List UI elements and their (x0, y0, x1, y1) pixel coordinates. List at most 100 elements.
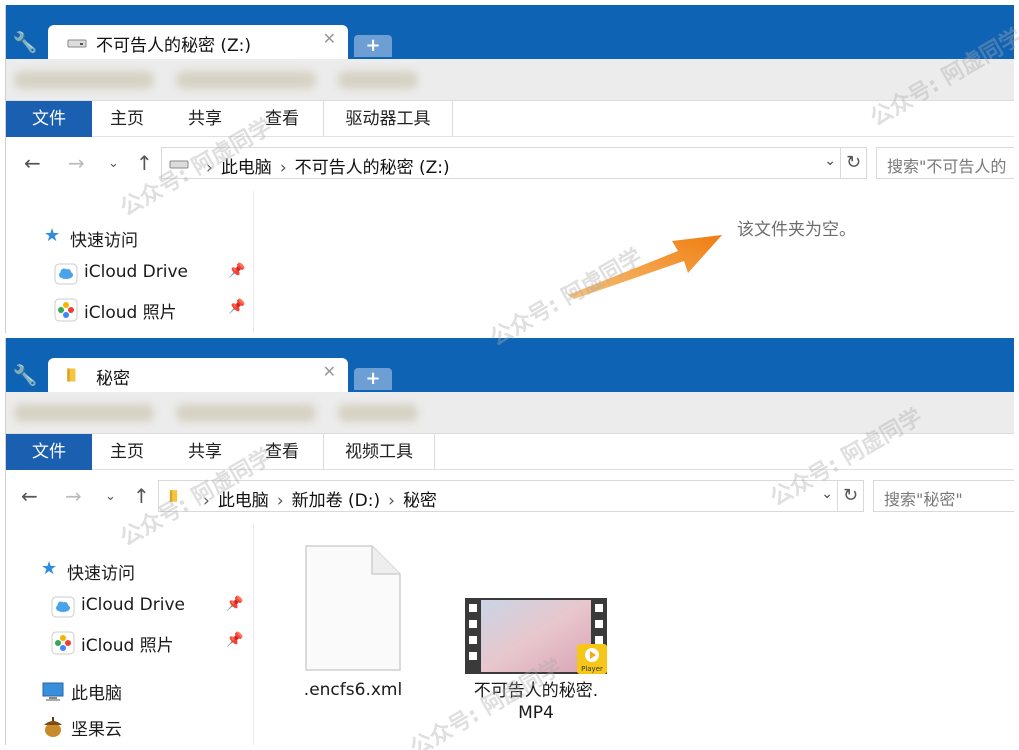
chevron-down-icon[interactable]: ⌄ (824, 153, 836, 169)
ribbon: 文件 主页 共享 查看 驱动器工具 (6, 101, 1014, 137)
chevron-right-icon: › (276, 491, 284, 511)
file-name: 不可告人的秘密. MP4 (473, 681, 599, 723)
recent-dropdown-icon[interactable]: ⌄ (105, 489, 116, 504)
blurred-item (176, 71, 316, 89)
sidebar-item-label: iCloud Drive (81, 595, 186, 615)
tab-secret-folder[interactable]: 秘密 ✕ (48, 358, 348, 392)
sidebar-item-label: iCloud Drive (84, 262, 189, 282)
breadcrumb-secret[interactable]: 秘密 (403, 491, 437, 511)
video-thumbnail-icon: Player (465, 598, 607, 674)
file-name: .encfs6.xml (303, 680, 403, 700)
search-input[interactable]: 搜索"不可告人的 (876, 147, 1014, 179)
star-icon: ★ (44, 225, 61, 246)
sidebar-item-label: 此电脑 (71, 684, 122, 704)
navigation-pane: ★ 快速访问 iCloud Drive 📌 iCloud 照片 📌 此电脑 坚果… (6, 524, 254, 745)
pin-icon[interactable]: 📌 (226, 632, 243, 648)
breadcrumb-this-pc[interactable]: 此电脑 (218, 491, 269, 511)
star-icon: ★ (41, 558, 58, 579)
breadcrumb-drive[interactable]: 不可告人的秘密 (Z:) (295, 158, 450, 178)
breadcrumb: › 此电脑 › 新加卷 (D:) › 秘密 (195, 486, 437, 511)
title-bar: 🔧 秘密 ✕ + (6, 338, 1014, 392)
chevron-right-icon: › (206, 158, 213, 178)
cloud-icon (51, 596, 75, 618)
refresh-icon[interactable]: ↻ (841, 147, 867, 179)
address-bar[interactable]: › 此电脑 › 新加卷 (D:) › 秘密 ⌄ (158, 480, 838, 512)
tab-drive-tools[interactable]: 驱动器工具 (323, 101, 453, 137)
document-icon (305, 545, 401, 671)
blurred-item (176, 404, 316, 422)
file-item-encfs[interactable]: .encfs6.xml (290, 544, 416, 700)
favorites-bar (6, 392, 1014, 434)
file-list-area[interactable]: .encfs6.xml Player 不可告人的秘密. MP4 (255, 524, 1014, 745)
empty-folder-message: 该文件夹为空。 (737, 220, 856, 240)
sidebar-item-label: 快速访问 (67, 564, 135, 584)
back-arrow-icon[interactable]: ← (21, 484, 38, 508)
computer-icon (42, 682, 64, 701)
address-bar[interactable]: › 此电脑 › 不可告人的秘密 (Z:) ⌄ (161, 147, 841, 179)
chevron-right-icon: › (279, 158, 287, 178)
address-row: ← → ⌄ ↑ › 此电脑 › 新加卷 (D:) › 秘密 ⌄ ↻ 搜索"秘密" (6, 480, 1014, 514)
cloud-icon (54, 263, 78, 285)
sidebar-item-label: iCloud 照片 (84, 303, 177, 323)
address-row: ← → ⌄ ↑ › 此电脑 › 不可告人的秘密 (Z:) ⌄ ↻ 搜索"不可告人的 (6, 147, 1014, 181)
up-arrow-icon[interactable]: ↑ (133, 484, 150, 508)
favorites-bar (6, 59, 1014, 101)
sidebar-item-label: 坚果云 (71, 720, 122, 740)
player-badge-label: Player (581, 665, 603, 673)
wrench-icon[interactable]: 🔧 (12, 362, 38, 388)
chevron-right-icon: › (203, 491, 210, 511)
tab-file[interactable]: 文件 (6, 434, 92, 470)
blurred-item (338, 71, 418, 89)
acorn-icon (44, 717, 62, 737)
navigation-pane: ★ 快速访问 iCloud Drive 📌 iCloud 照片 📌 (6, 191, 254, 333)
tab-drive-z[interactable]: 不可告人的秘密 (Z:) ✕ (48, 25, 348, 59)
breadcrumb-volume-d[interactable]: 新加卷 (D:) (292, 491, 381, 511)
pin-icon[interactable]: 📌 (228, 263, 245, 279)
forward-arrow-icon[interactable]: → (65, 484, 82, 508)
tab-file[interactable]: 文件 (6, 101, 92, 137)
bottom-explorer-window: 🔧 秘密 ✕ + 文件 主页 共享 查看 视频工具 ← → ⌄ ↑ › 此电脑 … (5, 338, 1014, 745)
tab-share[interactable]: 共享 (180, 434, 230, 470)
tab-share[interactable]: 共享 (180, 101, 230, 137)
up-arrow-icon[interactable]: ↑ (136, 151, 153, 175)
refresh-icon[interactable]: ↻ (838, 480, 864, 512)
tab-view[interactable]: 查看 (257, 434, 307, 470)
folder-icon (67, 368, 76, 382)
chevron-right-icon: › (388, 491, 395, 511)
drive-icon (169, 160, 189, 169)
pin-icon[interactable]: 📌 (226, 596, 243, 612)
blurred-item (14, 71, 154, 89)
recent-dropdown-icon[interactable]: ⌄ (108, 156, 119, 171)
close-icon[interactable]: ✕ (323, 29, 336, 48)
blurred-item (338, 404, 418, 422)
photos-icon (54, 298, 78, 322)
tab-video-tools[interactable]: 视频工具 (323, 434, 435, 470)
wrench-icon[interactable]: 🔧 (12, 29, 38, 55)
tab-title: 不可告人的秘密 (Z:) (96, 36, 252, 56)
new-tab-button[interactable]: + (354, 368, 392, 390)
ribbon: 文件 主页 共享 查看 视频工具 (6, 434, 1014, 470)
photos-icon (51, 631, 75, 655)
breadcrumb-this-pc[interactable]: 此电脑 (221, 158, 272, 178)
drive-icon (67, 39, 87, 48)
forward-arrow-icon[interactable]: → (68, 151, 85, 175)
chevron-down-icon[interactable]: ⌄ (821, 486, 833, 502)
tab-home[interactable]: 主页 (102, 434, 152, 470)
pin-icon[interactable]: 📌 (228, 299, 245, 315)
blurred-item (14, 404, 154, 422)
tab-view[interactable]: 查看 (257, 101, 307, 137)
new-tab-button[interactable]: + (354, 35, 392, 57)
sidebar-item-label: iCloud 照片 (81, 636, 174, 656)
breadcrumb: › 此电脑 › 不可告人的秘密 (Z:) (198, 153, 450, 178)
back-arrow-icon[interactable]: ← (24, 151, 41, 175)
tab-title: 秘密 (96, 369, 130, 389)
sidebar-item-label: 快速访问 (70, 231, 138, 251)
file-item-video[interactable]: Player 不可告人的秘密. MP4 (451, 598, 621, 724)
folder-icon (169, 490, 178, 502)
annotation-arrow-icon (568, 235, 722, 299)
tab-home[interactable]: 主页 (102, 101, 152, 137)
title-bar: 🔧 不可告人的秘密 (Z:) ✕ + (6, 5, 1014, 59)
close-icon[interactable]: ✕ (323, 362, 336, 381)
top-explorer-window: 🔧 不可告人的秘密 (Z:) ✕ + 文件 主页 共享 查看 驱动器工具 ← →… (5, 5, 1014, 333)
search-input[interactable]: 搜索"秘密" (873, 480, 1014, 512)
